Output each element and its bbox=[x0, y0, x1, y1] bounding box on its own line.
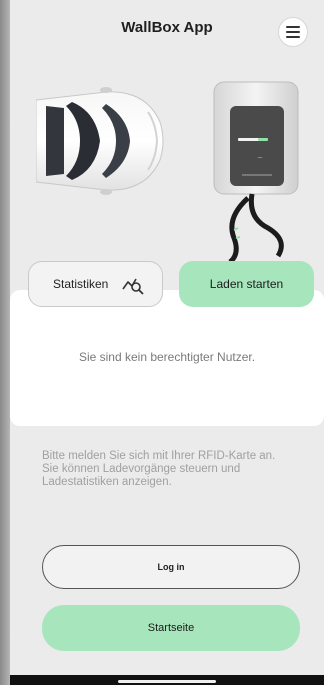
hero-illustration: ~ bbox=[10, 62, 324, 263]
app-screen: WallBox App ~ Sie sind kein berechtigter… bbox=[10, 0, 324, 685]
statistics-label: Statistiken bbox=[53, 277, 109, 291]
device-edge bbox=[0, 0, 10, 685]
home-button[interactable]: Startseite bbox=[42, 605, 300, 651]
svg-text:~: ~ bbox=[257, 154, 263, 162]
hamburger-menu-icon-bar bbox=[286, 31, 300, 33]
login-button[interactable]: Log in bbox=[42, 545, 300, 589]
car-image bbox=[36, 87, 164, 195]
app-title: WallBox App bbox=[121, 19, 213, 36]
wallbox-image: ~ bbox=[213, 81, 299, 263]
start-charging-button[interactable]: Laden starten bbox=[179, 261, 314, 307]
start-charging-label: Laden starten bbox=[209, 277, 284, 291]
home-label: Startseite bbox=[147, 622, 195, 634]
message-card: Sie sind kein berechtigter Nutzer. bbox=[10, 290, 324, 426]
app-header: WallBox App bbox=[10, 0, 324, 62]
hamburger-menu-icon-bar bbox=[286, 36, 300, 38]
statistics-button[interactable]: Statistiken bbox=[28, 261, 163, 307]
hamburger-menu-icon bbox=[286, 26, 300, 28]
login-label: Log in bbox=[157, 562, 185, 572]
rfid-info-text: Bitte melden Sie sich mit Ihrer RFID-Kar… bbox=[42, 450, 276, 488]
chart-search-icon bbox=[122, 278, 144, 295]
home-indicator[interactable] bbox=[118, 680, 216, 683]
menu-button[interactable] bbox=[278, 17, 308, 47]
not-authorized-message: Sie sind kein berechtigter Nutzer. bbox=[78, 350, 256, 364]
